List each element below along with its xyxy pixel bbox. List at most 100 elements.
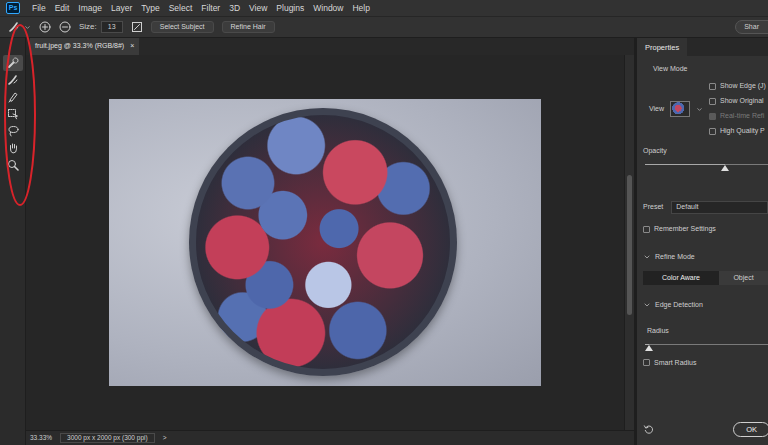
reset-icon <box>643 424 654 435</box>
document-tab[interactable]: fruit.jpeg @ 33.3% (RGB/8#) × <box>30 38 139 55</box>
preset-dropdown[interactable]: Default <box>671 201 768 213</box>
size-field: Size: 13 <box>79 21 123 33</box>
preset-label: Preset <box>643 203 663 211</box>
view-option[interactable]: Real-time Refi <box>709 109 766 124</box>
panel-tab[interactable]: Properties <box>637 38 687 56</box>
edge-detection-header[interactable]: Edge Detection <box>643 299 768 311</box>
checkbox[interactable] <box>643 359 650 366</box>
document-area: fruit.jpeg @ 33.3% (RGB/8#) × 33.33% 3000 … <box>26 38 634 445</box>
checkbox <box>709 113 716 120</box>
checkbox[interactable] <box>709 128 716 135</box>
option-button[interactable]: Refine Hair <box>222 21 275 33</box>
view-label: View <box>649 105 664 113</box>
bowl <box>189 108 457 376</box>
hand-icon <box>7 142 19 154</box>
panel-buttons: OK <box>643 422 768 437</box>
toolbar-header <box>0 38 25 55</box>
opacity-slider[interactable] <box>645 164 768 165</box>
opacity-label: Opacity <box>643 147 768 156</box>
remember-settings[interactable]: Remember Settings <box>643 222 768 237</box>
view-option[interactable]: Show Edge (J) <box>709 79 766 94</box>
berries-photo[interactable] <box>109 99 541 386</box>
view-picker[interactable]: View <box>643 79 709 139</box>
view-option[interactable]: High Quality P <box>709 124 766 139</box>
quick-select-icon <box>7 57 19 69</box>
refine-brush-icon <box>7 74 19 86</box>
menu-item[interactable]: Layer <box>111 3 132 13</box>
scroll-thumb[interactable] <box>627 175 632 315</box>
options-bar: Size: 13 Select Subject Refine Hair Shar <box>0 16 768 38</box>
view-option[interactable]: Show Original <box>709 94 766 109</box>
app-logo[interactable]: Ps <box>6 2 20 14</box>
preset-row: Preset Default <box>643 201 768 214</box>
slider-thumb[interactable] <box>645 345 653 351</box>
slider-fill <box>645 344 649 345</box>
tool-button[interactable] <box>3 157 23 173</box>
tool-button[interactable] <box>3 106 23 122</box>
menu-bar: Ps File Edit Image Layer Type Select Filter 3D Vi… <box>0 0 768 16</box>
brush-preset[interactable] <box>8 21 31 33</box>
workspace: fruit.jpeg @ 33.3% (RGB/8#) × 33.33% 3000 … <box>0 38 768 445</box>
panel-body: View ModeViewShow Edge (J)Show OriginalR… <box>637 56 768 445</box>
checkbox[interactable] <box>709 83 716 90</box>
menu-item[interactable]: View <box>249 3 267 13</box>
close-button[interactable]: × <box>130 42 134 50</box>
document-size: 3000 px x 2000 px (300 ppi) <box>60 433 155 443</box>
lasso-icon <box>7 125 19 137</box>
refine-mode-button[interactable]: Color Aware <box>643 271 719 285</box>
document-title: fruit.jpeg @ 33.3% (RGB/8#) <box>35 42 124 50</box>
ok-button[interactable]: OK <box>733 422 768 437</box>
slider-thumb[interactable] <box>721 165 729 171</box>
menu-item[interactable]: Type <box>141 3 159 13</box>
slider-fill <box>645 164 725 165</box>
checkbox-label: Smart Radius <box>654 359 696 367</box>
menu-item[interactable]: Filter <box>201 3 220 13</box>
tool-button[interactable] <box>3 55 23 71</box>
menu-item[interactable]: Select <box>169 3 193 13</box>
toolbar <box>0 38 26 445</box>
zoom-level[interactable]: 33.33% <box>30 434 52 442</box>
refine-mode-toggle: Color AwareObject <box>643 271 768 285</box>
tool-button[interactable] <box>3 140 23 156</box>
tool-button[interactable] <box>3 72 23 88</box>
status-menu-arrow[interactable]: > <box>163 434 167 442</box>
brush-icon <box>7 91 19 103</box>
menu-item[interactable]: Window <box>313 3 343 13</box>
vertical-scrollbar[interactable] <box>624 55 634 430</box>
checkbox[interactable] <box>643 226 650 233</box>
view-mode-row: View Show Edge (J)Show Original Real-time … <box>643 79 768 139</box>
refine-mode-button[interactable]: Object <box>719 271 768 285</box>
chevron-icon <box>643 253 651 261</box>
view-options: Show Edge (J)Show Original Real-time Refi… <box>709 79 766 139</box>
checkbox[interactable] <box>709 98 716 105</box>
properties-panel: PropertiesView ModeViewShow Edge (J)Show… <box>634 38 768 445</box>
smart-radius[interactable]: Smart Radius <box>643 355 768 370</box>
checkbox-label: Remember Settings <box>654 225 716 233</box>
size-input[interactable]: 13 <box>101 21 123 33</box>
radius-label: Radius <box>643 327 768 336</box>
add-mode-icon <box>39 21 51 33</box>
option-button[interactable]: Select Subject <box>151 21 214 33</box>
tab-bar: fruit.jpeg @ 33.3% (RGB/8#) × <box>26 38 634 55</box>
annotation-ellipse <box>0 0 60 215</box>
menu-item[interactable]: Edit <box>55 3 70 13</box>
dropdown-icon <box>696 106 703 113</box>
refine-mode-header[interactable]: Refine Mode <box>643 251 768 263</box>
dropdown-icon <box>24 24 31 31</box>
menu-item[interactable]: Plugins <box>276 3 304 13</box>
size-label: Size: <box>79 22 97 32</box>
tool-button[interactable] <box>3 123 23 139</box>
canvas[interactable] <box>26 55 624 430</box>
menu-item[interactable]: Help <box>352 3 369 13</box>
radius-slider[interactable] <box>645 344 768 345</box>
view-thumbnail[interactable] <box>670 101 690 117</box>
share-button[interactable]: Shar <box>735 20 768 34</box>
chevron-icon <box>643 301 651 309</box>
menu-item[interactable]: File <box>32 3 46 13</box>
checkbox-label: Real-time Refi <box>720 112 764 120</box>
zoom-icon <box>7 159 19 171</box>
menu-item[interactable]: 3D <box>229 3 240 13</box>
menu-item[interactable]: Image <box>78 3 102 13</box>
tool-button[interactable] <box>3 89 23 105</box>
preset-value: Default <box>676 203 698 211</box>
